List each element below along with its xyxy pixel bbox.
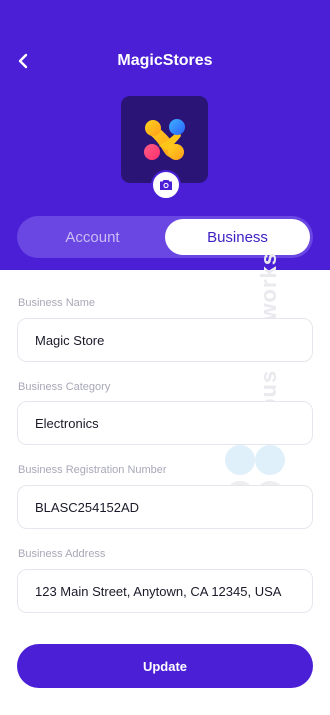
header: MagicStores Account Business <box>0 0 330 270</box>
business-category-field[interactable]: Electronics <box>17 401 313 445</box>
business-name-field[interactable]: Magic Store <box>17 318 313 362</box>
tab-business[interactable]: Business <box>165 219 310 255</box>
business-address-field[interactable]: 123 Main Street, Anytown, CA 12345, USA <box>17 569 313 613</box>
business-registration-label: Business Registration Number <box>18 464 167 476</box>
tab-account[interactable]: Account <box>20 219 165 255</box>
camera-icon <box>160 180 172 190</box>
business-address-label: Business Address <box>18 548 106 560</box>
page-title: MagicStores <box>117 52 213 69</box>
update-button[interactable]: Update <box>17 644 313 688</box>
business-category-label: Business Category <box>18 381 111 393</box>
business-name-label: Business Name <box>18 297 96 309</box>
business-registration-field[interactable]: BLASC254152AD <box>17 485 313 529</box>
magicstores-logo <box>143 118 185 160</box>
change-photo-button[interactable] <box>151 170 181 200</box>
